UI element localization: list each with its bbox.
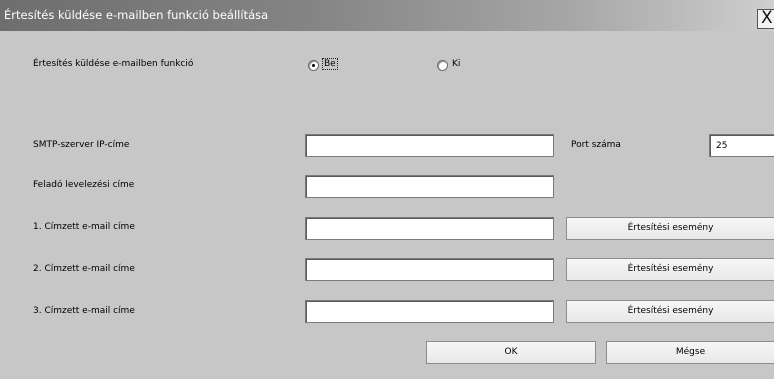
smtp-server-input[interactable] (305, 134, 554, 157)
window-title: Értesítés küldése e-mailben funkció beál… (4, 8, 269, 22)
recipient-2-notification-event-button[interactable]: Értesítési esemény (566, 258, 774, 281)
focus-indicator: Be (322, 58, 338, 70)
recipient-2-label: 2. Címzett e-mail címe (33, 264, 135, 274)
radio-off-label[interactable]: Ki (452, 59, 460, 70)
port-label: Port száma (571, 140, 621, 150)
radio-on-selected-dot (312, 64, 315, 67)
port-input[interactable] (709, 134, 774, 157)
recipient-1-notification-event-button[interactable]: Értesítési esemény (566, 217, 774, 240)
radio-on[interactable] (308, 60, 319, 71)
sender-address-label: Feladó levelezési címe (33, 180, 135, 190)
recipient-1-label: 1. Címzett e-mail címe (33, 222, 135, 232)
settings-dialog: Értesítés küldése e-mailben funkció beál… (0, 0, 774, 379)
recipient-3-input[interactable] (305, 300, 554, 323)
radio-on-label[interactable]: Be (322, 58, 338, 70)
close-button[interactable]: X (757, 9, 774, 29)
cancel-button[interactable]: Mégse (606, 341, 774, 364)
recipient-1-input[interactable] (305, 217, 554, 240)
recipient-3-notification-event-button[interactable]: Értesítési esemény (566, 300, 774, 323)
notification-label: Értesítés küldése e-mailben funkció (33, 59, 194, 69)
sender-address-input[interactable] (305, 175, 554, 198)
ok-button[interactable]: OK (426, 341, 596, 364)
recipient-3-label: 3. Címzett e-mail címe (33, 306, 135, 316)
title-bar[interactable]: Értesítés küldése e-mailben funkció beál… (0, 0, 774, 31)
radio-off[interactable] (437, 60, 448, 71)
recipient-2-input[interactable] (305, 258, 554, 281)
smtp-server-label: SMTP-szerver IP-címe (33, 140, 130, 150)
